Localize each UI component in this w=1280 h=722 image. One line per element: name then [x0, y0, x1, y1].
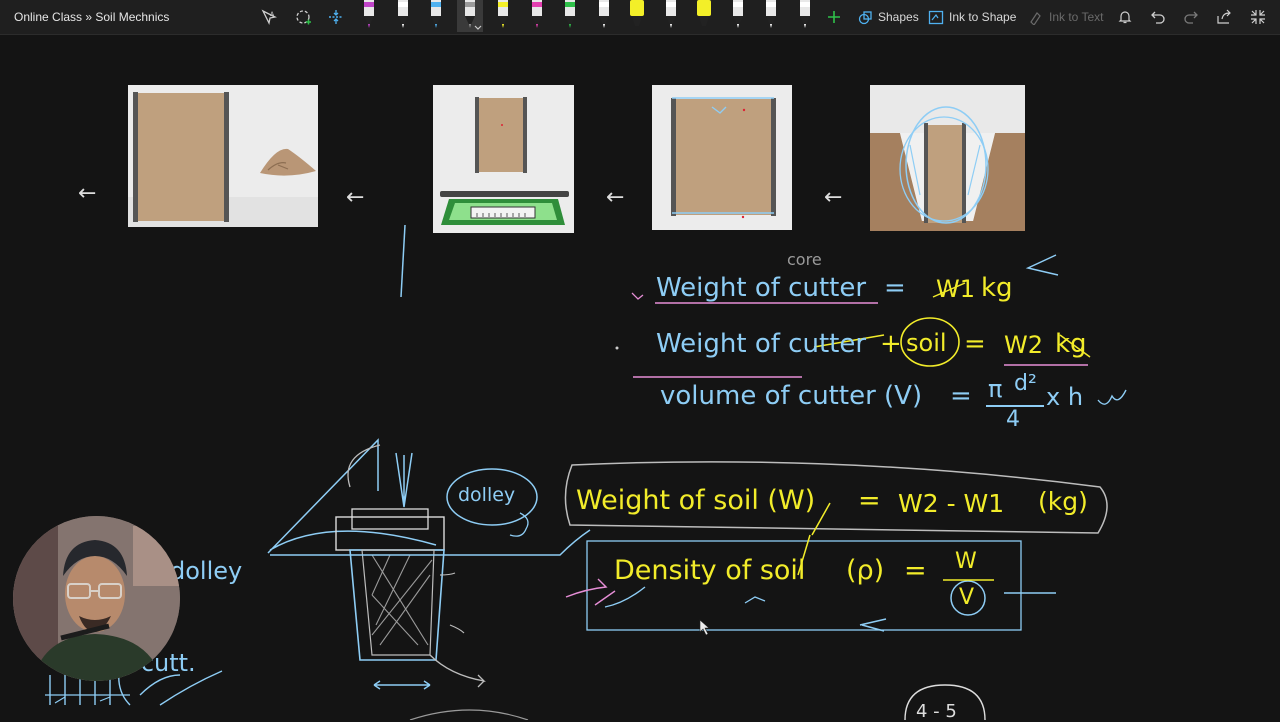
w2-value: W2: [1004, 331, 1043, 359]
weight-cutter-plus-soil-label: Weight of cutter: [656, 329, 867, 359]
pen-icon[interactable]: [423, 0, 449, 32]
exit-fullscreen-icon[interactable]: [1246, 5, 1270, 29]
page-title: Online Class » Soil Mechnics: [14, 10, 170, 24]
toolbar: Online Class » Soil Mechnics A Shapes In…: [0, 0, 1280, 35]
density-denominator: V: [959, 585, 975, 610]
weight-of-soil-value: W2 - W1: [898, 489, 1005, 518]
whiteboard-canvas[interactable]: ← ← ← ← core Weight of cutter = W1 kg We…: [0, 35, 1280, 722]
lasso-add-icon[interactable]: [291, 5, 315, 29]
pen-icon[interactable]: [557, 0, 583, 32]
ink-to-text-icon: [1030, 11, 1041, 25]
pen-icon[interactable]: [490, 0, 516, 32]
ink-to-text-label: Ink to Text: [1049, 10, 1104, 24]
add-pen-icon[interactable]: [822, 5, 846, 29]
ink-to-shape-icon: [928, 10, 944, 24]
pen-icon[interactable]: [758, 0, 784, 32]
soil-circled: soil: [906, 329, 947, 357]
bell-icon[interactable]: [1113, 5, 1137, 29]
pen-icon[interactable]: [591, 0, 617, 32]
weight-of-soil-equals: =: [858, 485, 881, 516]
weight-of-soil-unit: (kg): [1038, 487, 1088, 516]
pen-icon[interactable]: [390, 0, 416, 32]
highlighter-icon[interactable]: [691, 0, 717, 32]
weight-of-cutter-equals: =: [884, 273, 906, 303]
bottom-circled-note: 4 - 5: [916, 701, 957, 722]
w2-unit: kg: [1055, 329, 1087, 359]
density-equals: =: [904, 555, 927, 586]
times-h: x h: [1046, 383, 1084, 411]
dolley-circled-label: dolley: [458, 484, 516, 506]
pen-icon[interactable]: [356, 0, 382, 32]
ink-strokes: [45, 224, 1127, 720]
insert-space-icon[interactable]: [324, 5, 348, 29]
redo-icon[interactable]: [1179, 5, 1203, 29]
undo-icon[interactable]: [1146, 5, 1170, 29]
pen-icon[interactable]: [456, 0, 483, 32]
presenter-webcam: [13, 516, 180, 681]
plus-sign: +: [880, 329, 902, 359]
volume-of-cutter-label: volume of cutter (V): [660, 381, 923, 411]
highlighter-icon[interactable]: [624, 0, 650, 32]
pen-icon[interactable]: [524, 0, 550, 32]
volume-denominator: 4: [1006, 407, 1020, 432]
line2-equals: =: [964, 329, 986, 359]
weight-of-soil-label: Weight of soil (W): [576, 485, 816, 516]
density-of-soil-label: Density of soil: [614, 555, 806, 586]
share-icon[interactable]: [1212, 5, 1236, 29]
w1-value: W1: [936, 275, 975, 303]
ink-to-text-button[interactable]: Ink to Text: [1028, 5, 1103, 29]
select-lasso-icon[interactable]: A: [257, 5, 281, 29]
pi-symbol: π: [988, 375, 1003, 403]
shapes-label: Shapes: [878, 10, 919, 24]
density-numerator: W: [955, 549, 977, 574]
shapes-button[interactable]: Shapes: [858, 5, 919, 29]
ink-to-shape-button[interactable]: Ink to Shape: [928, 5, 1016, 29]
w1-unit: kg: [981, 273, 1013, 303]
pen-icon[interactable]: [725, 0, 751, 32]
volume-equals: =: [950, 381, 972, 411]
shapes-icon: [858, 10, 872, 24]
ink-to-shape-label: Ink to Shape: [949, 10, 1017, 24]
pen-icon[interactable]: [792, 0, 818, 32]
density-symbol: (ρ): [846, 555, 885, 586]
fraction-bar: [986, 405, 1044, 407]
core-annotation: core: [787, 250, 822, 269]
pen-icon[interactable]: [658, 0, 684, 32]
dolley-side-label: dolley: [170, 557, 243, 585]
d-squared: d²: [1014, 371, 1037, 396]
weight-of-cutter-label: Weight of cutter: [656, 273, 867, 303]
